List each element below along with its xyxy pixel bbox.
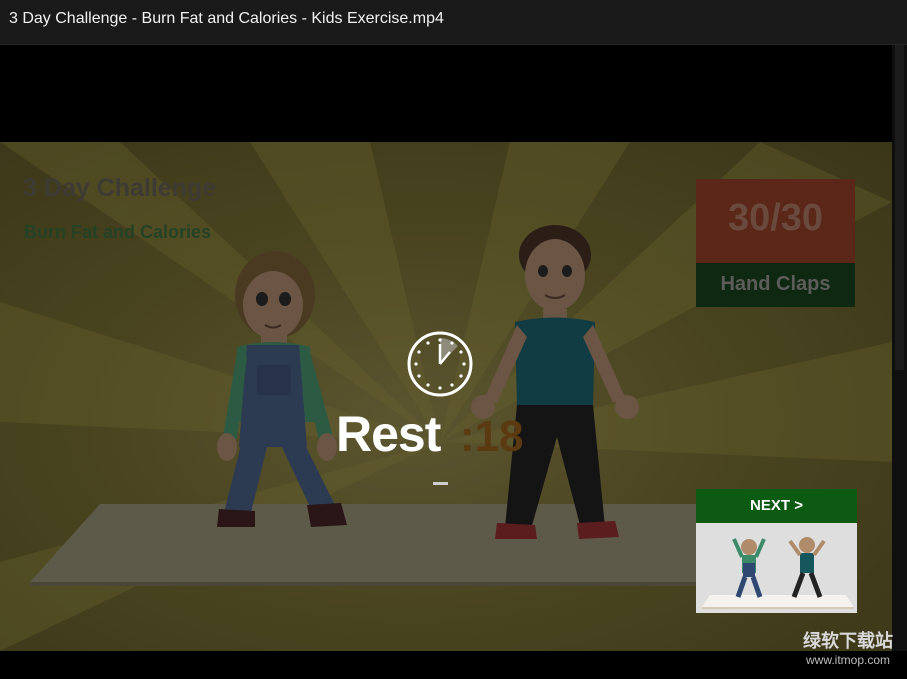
video-frame[interactable]: 3 Day Challenge Burn Fat and Calories 30… (0, 142, 892, 651)
scrollbar-thumb[interactable] (895, 45, 904, 370)
title-bar: 3 Day Challenge - Burn Fat and Calories … (0, 0, 907, 45)
video-player-window: 3 Day Challenge - Burn Fat and Calories … (0, 0, 907, 679)
window-title: 3 Day Challenge - Burn Fat and Calories … (9, 10, 444, 27)
rest-dash (433, 482, 448, 485)
next-header: NEXT > (696, 489, 857, 523)
boy-character (471, 225, 639, 539)
counter-exercise-panel: Hand Claps (696, 263, 855, 307)
counter-value: 30/30 (727, 197, 824, 239)
rest-label: Rest (336, 406, 441, 462)
rest-timer: :18 (460, 412, 524, 461)
watermark: 绿软下载站 www.itmop.com (798, 627, 898, 667)
counter-value-panel: 30/30 (696, 179, 855, 263)
video-subtitle: Burn Fat and Calories (24, 222, 212, 242)
watermark-url: www.itmop.com (805, 653, 891, 667)
next-exercise-thumbnail (696, 523, 857, 613)
next-exercise-preview[interactable]: NEXT > (696, 489, 857, 613)
girl-character (217, 251, 347, 527)
exercise-mat (30, 504, 810, 586)
next-label: NEXT > (750, 497, 803, 514)
exercise-counter: 30/30 Hand Claps (696, 179, 855, 307)
video-title: 3 Day Challenge (23, 174, 217, 202)
watermark-chinese: 绿软下载站 (803, 631, 893, 652)
scrollbar[interactable] (892, 45, 907, 651)
counter-exercise-name: Hand Claps (720, 273, 831, 295)
clock-icon (407, 331, 473, 397)
